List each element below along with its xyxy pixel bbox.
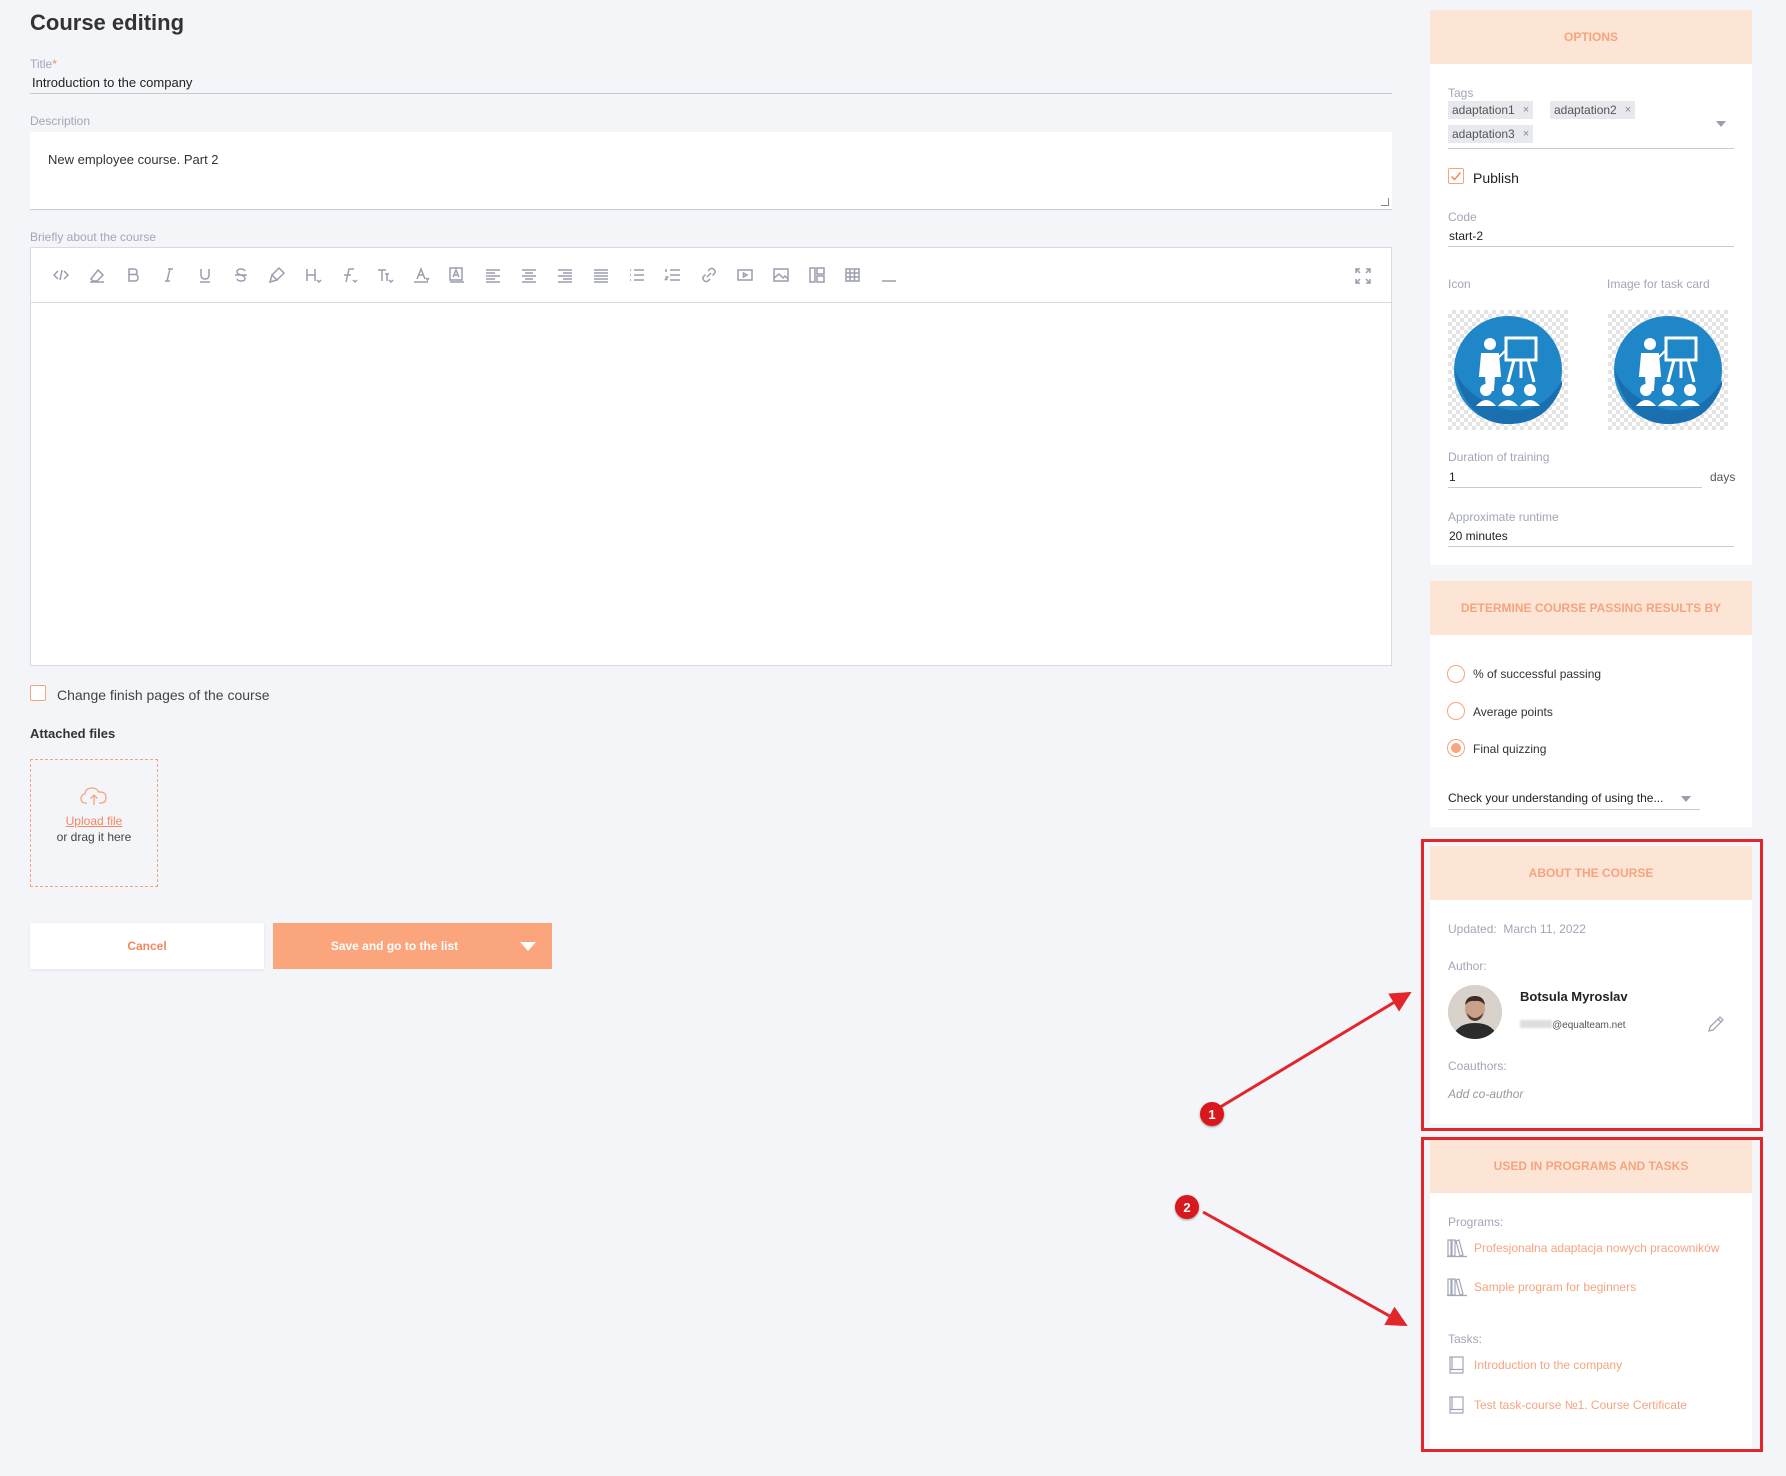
template-icon[interactable] [799, 257, 835, 293]
tag-chip: adaptation1 × [1448, 101, 1534, 119]
quiz-select-line [1448, 809, 1700, 810]
title-input[interactable] [30, 72, 1392, 94]
save-and-go-button[interactable]: Save and go to the list [273, 923, 552, 969]
code-label: Code [1448, 210, 1477, 224]
rich-text-editor [30, 247, 1392, 666]
title-label: Title* [30, 57, 57, 71]
results-header: DETERMINE COURSE PASSING RESULTS BY [1430, 581, 1752, 635]
code-input-line [1448, 246, 1734, 247]
description-label: Description [30, 114, 91, 128]
background-color-icon[interactable] [439, 257, 475, 293]
drag-note: or drag it here [56, 830, 132, 844]
text-color-icon[interactable] [403, 257, 439, 293]
editor-content-area[interactable] [31, 303, 1391, 665]
editor-toolbar [31, 248, 1391, 303]
upload-file-link[interactable]: Upload file [31, 814, 157, 828]
arrow-1 [1211, 991, 1412, 1114]
cloud-upload-icon [79, 784, 109, 808]
font-size-icon[interactable] [367, 257, 403, 293]
tags-label: Tags [1448, 86, 1474, 100]
remove-tag-icon[interactable]: × [1523, 128, 1529, 140]
runtime-input-line [1448, 546, 1734, 547]
save-options-dropdown[interactable] [504, 923, 552, 969]
radio-final-label: Final quizzing [1473, 742, 1547, 756]
tag-label: adaptation2 [1554, 103, 1617, 117]
results-panel: DETERMINE COURSE PASSING RESULTS BY % of… [1430, 581, 1752, 827]
video-icon[interactable] [727, 257, 763, 293]
change-finish-checkbox[interactable] [30, 685, 46, 701]
underline-icon[interactable] [187, 257, 223, 293]
code-view-icon[interactable] [43, 257, 79, 293]
horizontal-rule-icon[interactable] [871, 257, 907, 293]
numbered-list-icon[interactable] [655, 257, 691, 293]
presentation-icon [1454, 316, 1562, 424]
tag-chip: adaptation3 × [1448, 125, 1534, 143]
format-brush-icon[interactable] [259, 257, 295, 293]
marker-1: 1 [1200, 1102, 1224, 1126]
remove-tag-icon[interactable]: × [1625, 104, 1631, 116]
description-text: New employee course. Part 2 [48, 152, 219, 167]
duration-label: Duration of training [1448, 450, 1550, 464]
quiz-select[interactable]: Check your understanding of using the... [1448, 791, 1663, 805]
tag-chip: adaptation2 × [1550, 101, 1636, 119]
checkmark-icon [1450, 172, 1462, 181]
options-panel: OPTIONS Tags adaptation1 × adaptation2 × a… [1430, 10, 1752, 565]
strikethrough-icon[interactable] [223, 257, 259, 293]
radio-final-quizzing[interactable] [1447, 739, 1465, 757]
align-left-icon[interactable] [475, 257, 511, 293]
page-title: Course editing [30, 10, 185, 35]
align-center-icon[interactable] [511, 257, 547, 293]
radio-average-label: Average points [1473, 705, 1553, 719]
duration-input[interactable]: 1 [1449, 470, 1456, 484]
highlight-used-in-programs [1421, 1137, 1763, 1452]
marker-2: 2 [1175, 1195, 1199, 1219]
attached-files-title: Attached files [30, 726, 116, 741]
change-finish-label: Change finish pages of the course [57, 687, 270, 703]
file-dropzone[interactable]: Upload file or drag it here [30, 759, 158, 887]
brief-label: Briefly about the course [30, 230, 157, 244]
radio-percent-passing[interactable] [1447, 665, 1465, 683]
align-justify-icon[interactable] [583, 257, 619, 293]
code-input[interactable]: start-2 [1449, 229, 1483, 243]
resize-handle[interactable] [1381, 198, 1389, 206]
radio-percent-label: % of successful passing [1473, 667, 1602, 681]
chevron-down-icon[interactable] [1681, 796, 1691, 802]
eraser-icon[interactable] [79, 257, 115, 293]
publish-label: Publish [1473, 170, 1519, 186]
chevron-down-icon [520, 941, 536, 951]
tag-label: adaptation3 [1452, 127, 1515, 141]
font-family-icon[interactable] [331, 257, 367, 293]
table-icon[interactable] [835, 257, 871, 293]
save-button-label[interactable]: Save and go to the list [273, 939, 504, 953]
align-right-icon[interactable] [547, 257, 583, 293]
image-icon[interactable] [763, 257, 799, 293]
duration-unit: days [1710, 470, 1736, 484]
publish-checkbox[interactable] [1448, 168, 1464, 184]
cancel-button[interactable]: Cancel [30, 923, 264, 969]
bold-icon[interactable] [115, 257, 151, 293]
task-card-image[interactable] [1608, 310, 1728, 430]
icon-label: Icon [1448, 277, 1471, 291]
radio-average-points[interactable] [1447, 702, 1465, 720]
italic-icon[interactable] [151, 257, 187, 293]
remove-tag-icon[interactable]: × [1523, 104, 1529, 116]
tags-input-line[interactable] [1448, 148, 1734, 149]
highlight-about-course [1421, 839, 1763, 1131]
fullscreen-icon[interactable] [1345, 258, 1381, 294]
description-textarea[interactable]: New employee course. Part 2 [30, 132, 1392, 210]
tags-dropdown-icon[interactable] [1716, 121, 1726, 127]
runtime-input[interactable]: 20 minutes [1449, 529, 1508, 543]
heading-icon[interactable] [295, 257, 331, 293]
course-icon-image[interactable] [1448, 310, 1568, 430]
bullet-list-icon[interactable] [619, 257, 655, 293]
presentation-icon [1614, 316, 1722, 424]
options-header: OPTIONS [1430, 10, 1752, 64]
duration-input-line [1448, 487, 1702, 488]
runtime-label: Approximate runtime [1448, 510, 1559, 524]
image-label: Image for task card [1607, 277, 1710, 291]
arrow-2 [1202, 1210, 1408, 1327]
link-icon[interactable] [691, 257, 727, 293]
tag-label: adaptation1 [1452, 103, 1515, 117]
